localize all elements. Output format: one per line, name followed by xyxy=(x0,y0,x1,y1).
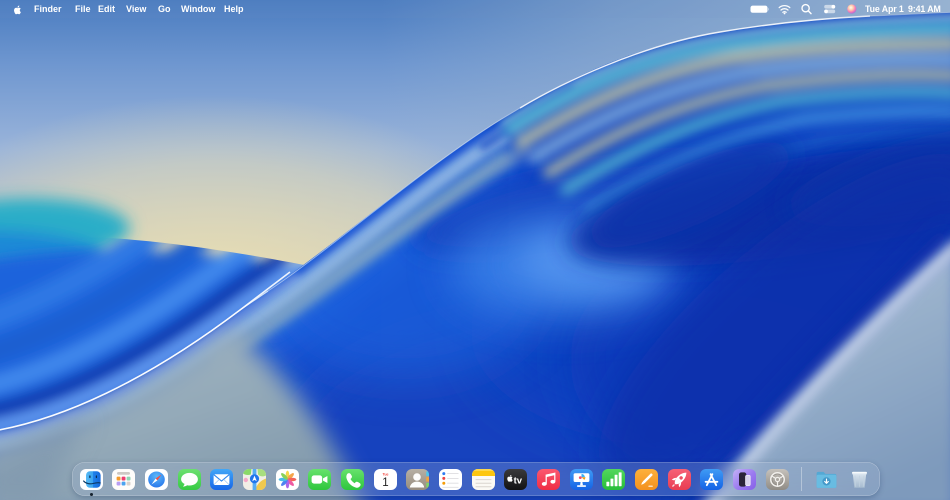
svg-text:tv: tv xyxy=(514,476,523,487)
svg-text:Tue: Tue xyxy=(382,472,388,476)
svg-text:1: 1 xyxy=(382,477,388,489)
